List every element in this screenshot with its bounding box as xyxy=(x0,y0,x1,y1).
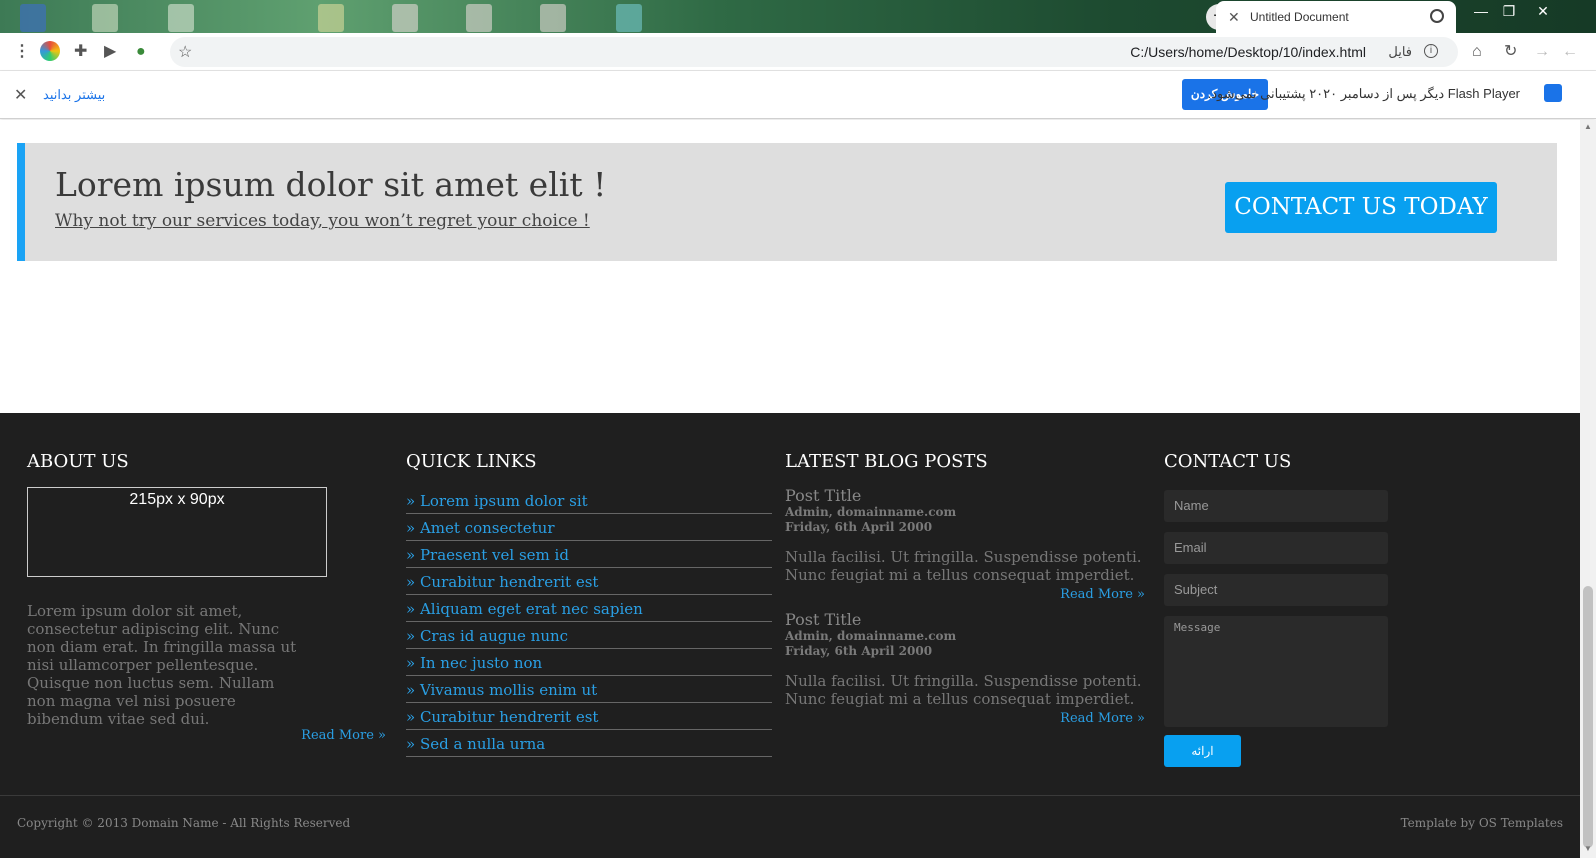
restore-icon[interactable]: ❐ xyxy=(1496,2,1522,20)
post-author: Admin, domainname.com xyxy=(785,629,957,643)
close-infobar-icon[interactable]: ✕ xyxy=(14,85,27,105)
quick-link[interactable]: » Curabitur hendrerit est xyxy=(406,568,772,595)
address-bar[interactable]: ☆ C:/Users/home/Desktop/10/index.html فا… xyxy=(170,37,1458,67)
desktop-icon xyxy=(318,4,344,32)
globe-extension-icon[interactable]: ● xyxy=(136,43,146,61)
message-textarea[interactable]: Message xyxy=(1164,616,1388,727)
contact-heading: CONTACT US xyxy=(1164,451,1292,472)
post-excerpt: Nulla facilisi. Ut fringilla. Suspendiss… xyxy=(785,672,1142,708)
footer: ABOUT US 215px x 90px Lorem ipsum dolor … xyxy=(0,413,1580,795)
toolbar: ⋮ ✚ ▶ ● ☆ C:/Users/home/Desktop/10/index… xyxy=(0,33,1596,71)
post-date: Friday, 6th April 2000 xyxy=(785,520,933,534)
bookmark-star-icon[interactable]: ☆ xyxy=(178,42,192,62)
copyright-bar: Copyright © 2013 Domain Name - All Right… xyxy=(0,795,1580,858)
menu-icon[interactable]: ⋮ xyxy=(14,43,30,61)
cta-title: Lorem ipsum dolor sit amet elit ! xyxy=(55,165,607,204)
call-to-action-banner: Lorem ipsum dolor sit amet elit ! Why no… xyxy=(17,143,1557,261)
post-excerpt: Nulla facilisi. Ut fringilla. Suspendiss… xyxy=(785,548,1142,584)
post-read-more-link[interactable]: Read More » xyxy=(785,587,1145,602)
desktop-icon xyxy=(392,4,418,32)
cta-subtitle: Why not try our services today, you won’… xyxy=(55,211,590,231)
quick-link[interactable]: » Aliquam eget erat nec sapien xyxy=(406,595,772,622)
scrollbar-thumb[interactable] xyxy=(1583,586,1593,848)
contact-us-today-button[interactable]: CONTACT US TODAY xyxy=(1225,182,1497,233)
post-author: Admin, domainname.com xyxy=(785,505,957,519)
scroll-up-arrow-icon[interactable]: ▲ xyxy=(1584,122,1592,131)
page-viewport: Lorem ipsum dolor sit amet elit ! Why no… xyxy=(0,120,1580,858)
quick-links-list: » Lorem ipsum dolor sit » Amet consectet… xyxy=(406,487,772,757)
subject-input[interactable]: Subject xyxy=(1164,574,1388,606)
puzzle-icon xyxy=(1544,84,1562,102)
desktop-icon xyxy=(540,4,566,32)
contact-column: CONTACT US Name Email Subject Message ار… xyxy=(1164,451,1404,767)
close-window-icon[interactable]: ✕ xyxy=(1530,2,1556,20)
blog-heading: LATEST BLOG POSTS xyxy=(785,451,988,472)
desktop-icon xyxy=(466,4,492,32)
about-text: Lorem ipsum dolor sit amet, consectetur … xyxy=(27,602,297,728)
desktop-icon xyxy=(92,4,118,32)
quick-link[interactable]: » Lorem ipsum dolor sit xyxy=(406,487,772,514)
quick-link[interactable]: » Curabitur hendrerit est xyxy=(406,703,772,730)
post-title[interactable]: Post Title xyxy=(785,611,1145,629)
image-placeholder-label: 215px x 90px xyxy=(129,491,225,508)
post-read-more-link[interactable]: Read More » xyxy=(785,711,1145,726)
template-credit[interactable]: Template by OS Templates xyxy=(1401,816,1563,830)
email-input[interactable]: Email xyxy=(1164,532,1388,564)
desktop-icon xyxy=(616,4,642,32)
home-icon[interactable]: ⌂ xyxy=(1472,43,1482,61)
profile-avatar[interactable] xyxy=(40,41,60,61)
desktop-icon xyxy=(168,4,194,32)
url-text[interactable]: C:/Users/home/Desktop/10/index.html xyxy=(1130,44,1366,60)
forward-icon[interactable]: → xyxy=(1534,43,1550,61)
blog-column: LATEST BLOG POSTS Post Title Admin, doma… xyxy=(785,451,1145,735)
name-input[interactable]: Name xyxy=(1164,490,1388,522)
url-scheme-label: فایل xyxy=(1388,44,1412,59)
blog-post: Post Title Admin, domainname.com Friday,… xyxy=(785,487,1145,603)
quick-links-column: QUICK LINKS » Lorem ipsum dolor sit » Am… xyxy=(406,451,776,757)
extensions-icon[interactable]: ✚ xyxy=(74,43,87,61)
post-date: Friday, 6th April 2000 xyxy=(785,644,933,658)
infobar-message: Flash Player دیگر پس از دسامبر ۲۰۲۰ پشتی… xyxy=(1207,86,1520,101)
quick-link[interactable]: » Cras id augue nunc xyxy=(406,622,772,649)
globe-icon xyxy=(1430,9,1444,23)
tab-strip: — ❐ ✕ + ✕ Untitled Document xyxy=(0,0,1596,33)
flash-infobar: ✕ بیشتر بدانید خاموش کردن Flash Player د… xyxy=(0,71,1596,119)
vertical-scrollbar[interactable]: ▲ ▼ xyxy=(1580,120,1596,858)
quick-link[interactable]: » Vivamus mollis enim ut xyxy=(406,676,772,703)
desktop-icon xyxy=(20,4,46,32)
media-play-icon[interactable]: ▶ xyxy=(104,43,116,61)
post-title[interactable]: Post Title xyxy=(785,487,1145,505)
tab-untitled-document[interactable]: ✕ Untitled Document xyxy=(1216,1,1456,33)
learn-more-link[interactable]: بیشتر بدانید xyxy=(43,87,105,103)
about-read-more-link[interactable]: Read More » xyxy=(27,728,386,743)
copyright-text: Copyright © 2013 Domain Name - All Right… xyxy=(17,816,351,830)
site-info-icon[interactable]: i xyxy=(1424,44,1438,58)
about-column: ABOUT US 215px x 90px Lorem ipsum dolor … xyxy=(27,451,397,743)
minimize-icon[interactable]: — xyxy=(1468,2,1494,20)
scroll-down-arrow-icon[interactable]: ▼ xyxy=(1584,844,1592,853)
about-image-placeholder: 215px x 90px xyxy=(27,487,327,577)
quick-link[interactable]: » Praesent vel sem id xyxy=(406,541,772,568)
quick-link[interactable]: » In nec justo non xyxy=(406,649,772,676)
blog-post: Post Title Admin, domainname.com Friday,… xyxy=(785,611,1145,727)
back-icon[interactable]: ← xyxy=(1562,43,1578,61)
about-heading: ABOUT US xyxy=(27,451,129,472)
submit-button[interactable]: ارائه xyxy=(1164,735,1241,767)
quick-link[interactable]: » Amet consectetur xyxy=(406,514,772,541)
tab-title: Untitled Document xyxy=(1250,10,1349,24)
quick-links-heading: QUICK LINKS xyxy=(406,451,537,472)
reload-icon[interactable]: ↻ xyxy=(1504,43,1517,61)
close-tab-icon[interactable]: ✕ xyxy=(1228,9,1240,26)
quick-link[interactable]: » Sed a nulla urna xyxy=(406,730,772,757)
